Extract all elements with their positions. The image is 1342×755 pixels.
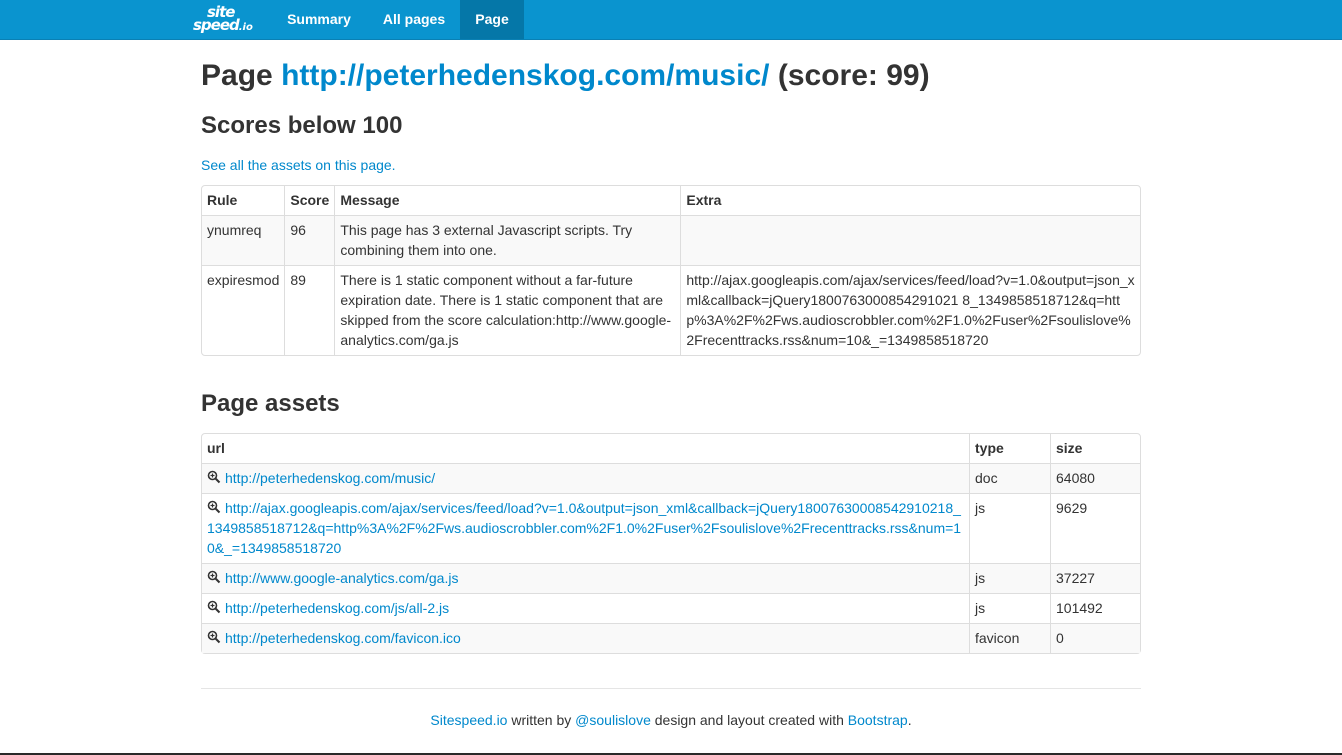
sitespeed-logo[interactable]: site speed.io xyxy=(193,4,259,36)
column-header-extra: Extra xyxy=(680,186,1140,215)
asset-size-cell: 9629 xyxy=(1050,493,1140,563)
column-header-type: type xyxy=(969,434,1050,463)
asset-type-cell: favicon xyxy=(969,623,1050,653)
score-cell: 89 xyxy=(284,265,335,355)
zoom-in-icon[interactable] xyxy=(207,499,221,514)
table-row: http://peterhedenskog.com/favicon.ico fav… xyxy=(202,623,1140,653)
asset-size-cell: 101492 xyxy=(1050,593,1140,623)
table-row: http://ajax.googleapis.com/ajax/services… xyxy=(202,493,1140,563)
table-row: http://www.google-analytics.com/ga.js js 3… xyxy=(202,563,1140,593)
asset-type-cell: js xyxy=(969,493,1050,563)
extra-cell: http://ajax.googleapis.com/ajax/services… xyxy=(680,265,1140,355)
footer-period: . xyxy=(907,712,912,728)
see-all-assets-link[interactable]: See all the assets on this page. xyxy=(201,156,396,174)
asset-size-cell: 64080 xyxy=(1050,463,1140,493)
bootstrap-link[interactable]: Bootstrap xyxy=(848,712,908,728)
column-header-message: Message xyxy=(334,186,680,215)
zoom-in-icon[interactable] xyxy=(207,569,221,584)
scores-heading: Scores below 100 xyxy=(201,112,403,139)
footer: Sitespeed.io written by @soulislove desi… xyxy=(201,710,1141,730)
column-header-score: Score xyxy=(284,186,334,215)
page-score: (score: 99) xyxy=(777,59,930,92)
column-header-url: url xyxy=(207,440,225,456)
assets-table: url type size http://peterhedenskog.com/… xyxy=(201,433,1141,654)
table-row: http://peterhedenskog.com/music/doc 64080 xyxy=(202,463,1140,493)
table-row: ynumreq 96 This page has 3 external Java… xyxy=(202,215,1140,265)
nav-summary[interactable]: Summary xyxy=(275,0,363,39)
author-link[interactable]: @soulislove xyxy=(575,712,651,728)
page-url-link[interactable]: http://peterhedenskog.com/music/ xyxy=(281,59,769,92)
asset-type-cell: doc xyxy=(969,463,1050,493)
asset-type-cell: js xyxy=(969,593,1050,623)
logo-word: speed xyxy=(193,16,240,34)
table-row: expiresmod 89 There is 1 static componen… xyxy=(202,265,1140,355)
logo-suffix: .io xyxy=(238,22,253,33)
zoom-in-icon[interactable] xyxy=(207,469,221,484)
asset-size-cell: 37227 xyxy=(1050,563,1140,593)
table-row: http://peterhedenskog.com/js/all-2.js js 1… xyxy=(202,593,1140,623)
footer-text-written-by: written by xyxy=(511,712,572,728)
asset-size-cell: 0 xyxy=(1050,623,1140,653)
assets-header-row: url type size xyxy=(202,434,1140,463)
asset-url-link[interactable]: http://peterhedenskog.com/music/ xyxy=(225,470,435,486)
asset-url-cell: http://peterhedenskog.com/js/all-2.js xyxy=(202,593,969,623)
title-prefix: Page xyxy=(201,59,273,92)
column-header-size: size xyxy=(1050,434,1140,463)
nav-all-pages[interactable]: All pages xyxy=(370,0,458,39)
asset-url-cell: http://www.google-analytics.com/ga.js xyxy=(202,563,969,593)
rule-cell: expiresmod xyxy=(202,265,285,355)
score-cell: 96 xyxy=(284,215,335,265)
message-cell: This page has 3 external Javascript scri… xyxy=(334,215,681,265)
zoom-in-icon[interactable] xyxy=(207,629,221,644)
page-title: Page http://peterhedenskog.com/music/ (s… xyxy=(201,58,930,94)
extra-cell xyxy=(680,215,1140,265)
asset-url-cell: http://ajax.googleapis.com/ajax/services… xyxy=(202,493,969,563)
asset-url-cell: http://peterhedenskog.com/music/ xyxy=(202,463,969,493)
top-navbar: site speed.io Summary All pages Page xyxy=(0,0,1342,40)
nav-page[interactable]: Page xyxy=(460,0,524,39)
sitespeed-link[interactable]: Sitespeed.io xyxy=(430,712,507,728)
asset-url-link[interactable]: http://peterhedenskog.com/favicon.ico xyxy=(225,630,461,646)
rule-cell: ynumreq xyxy=(202,215,285,265)
asset-type-cell: js xyxy=(969,563,1050,593)
footer-divider xyxy=(201,688,1141,689)
column-header-rule: Rule xyxy=(207,192,238,208)
scores-header-row: Rule Score Message Extra xyxy=(202,186,1140,215)
asset-url-link[interactable]: http://ajax.googleapis.com/ajax/services… xyxy=(207,500,961,556)
scores-table: Rule Score Message Extra ynumreq 96 This… xyxy=(201,185,1141,356)
assets-heading: Page assets xyxy=(201,390,340,417)
logo-line-2: speed.io xyxy=(193,18,253,35)
footer-text-design: design and layout created with xyxy=(654,712,844,728)
asset-url-link[interactable]: http://peterhedenskog.com/js/all-2.js xyxy=(225,600,449,616)
zoom-in-icon[interactable] xyxy=(207,599,221,614)
asset-url-cell: http://peterhedenskog.com/favicon.ico xyxy=(202,623,969,653)
asset-url-link[interactable]: http://www.google-analytics.com/ga.js xyxy=(225,570,458,586)
message-cell: There is 1 static component without a fa… xyxy=(334,265,681,355)
